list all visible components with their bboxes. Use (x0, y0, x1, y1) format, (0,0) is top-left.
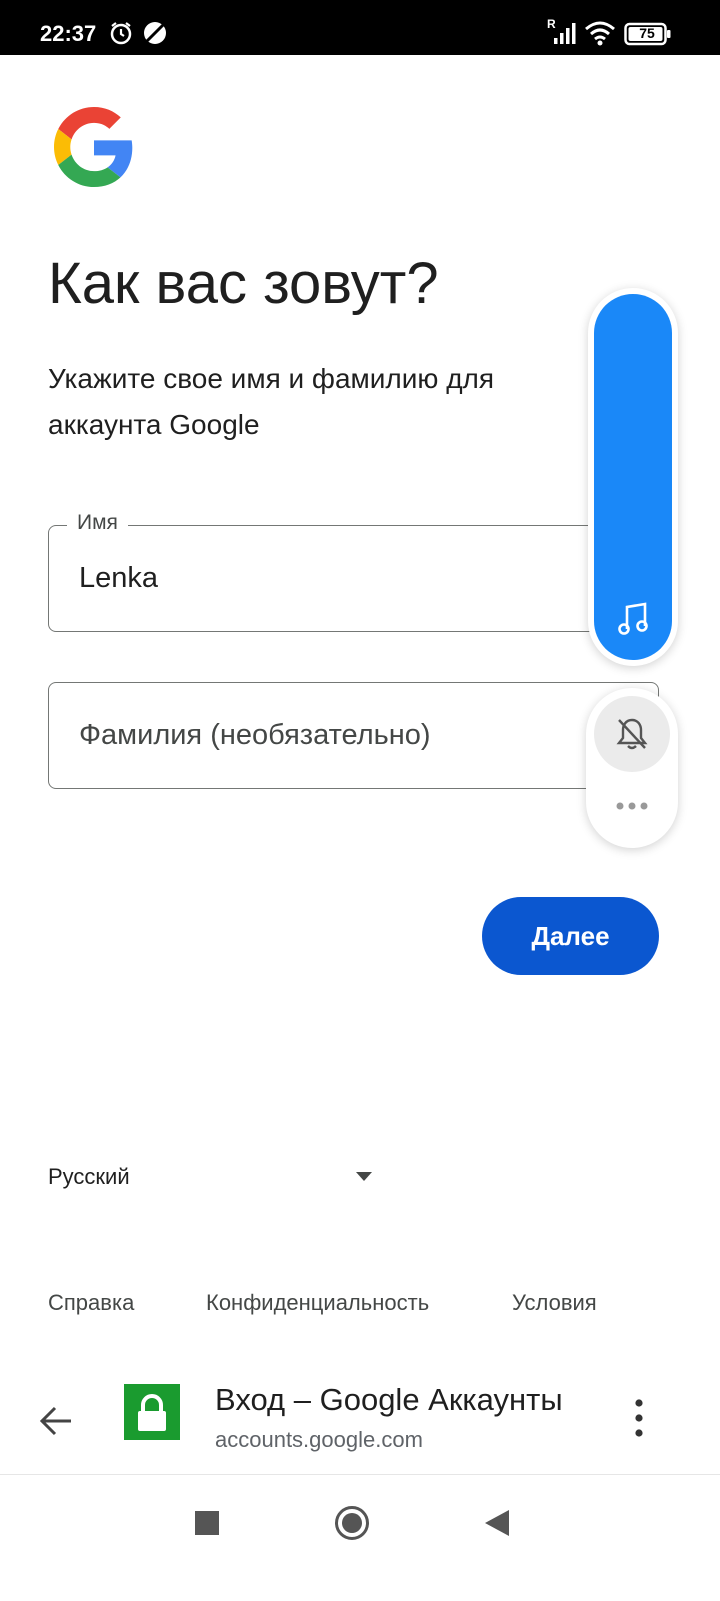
browser-url: accounts.google.com (215, 1427, 423, 1452)
custom-tab-toolbar (0, 1364, 720, 1474)
battery-level: 75 (639, 25, 655, 41)
volume-panel (588, 288, 678, 666)
page-title: Как вас зовут? (48, 251, 439, 316)
menu-icon[interactable] (634, 1398, 644, 1443)
browser-page-title: Вход – Google Аккаунты (215, 1382, 563, 1417)
signal-roaming-tag: R (547, 17, 556, 31)
dropdown-arrow-icon (356, 1172, 372, 1181)
google-logo (54, 107, 134, 187)
lock-icon[interactable] (124, 1384, 180, 1440)
first-name-input[interactable]: Lenka (79, 562, 158, 595)
last-name-input[interactable]: Фамилия (необязательно) (79, 719, 431, 752)
home-circle-icon[interactable] (334, 1505, 370, 1546)
more-horizontal-icon[interactable] (615, 798, 651, 816)
alarm-icon (108, 20, 134, 51)
help-link[interactable]: Справка (48, 1290, 134, 1316)
status-bar: 22:37 R 75 (0, 0, 720, 55)
bell-off-icon (616, 716, 648, 757)
page-subtitle: Укажите свое имя и фамилию для аккаунта … (48, 363, 495, 440)
terms-link[interactable]: Условия (512, 1290, 597, 1316)
first-name-label: Имя (67, 511, 128, 535)
status-time: 22:37 (40, 21, 97, 46)
mute-moon-icon (142, 20, 168, 51)
sound-mode-panel (586, 688, 678, 848)
system-nav-bar (0, 1474, 720, 1601)
music-note-icon (618, 602, 650, 641)
wifi-icon (584, 20, 616, 51)
next-button[interactable]: Далее (482, 897, 659, 975)
back-arrow-icon[interactable] (38, 1404, 74, 1443)
last-name-field[interactable]: Фамилия (необязательно) (48, 682, 659, 789)
mute-toggle[interactable] (594, 696, 670, 772)
first-name-field[interactable]: Имя Lenka (48, 511, 659, 632)
privacy-link[interactable]: Конфиденциальность (206, 1290, 429, 1316)
language-label: Русский (48, 1164, 130, 1189)
back-triangle-icon[interactable] (485, 1510, 509, 1541)
volume-slider[interactable] (594, 294, 672, 660)
recents-square-icon[interactable] (195, 1511, 219, 1540)
